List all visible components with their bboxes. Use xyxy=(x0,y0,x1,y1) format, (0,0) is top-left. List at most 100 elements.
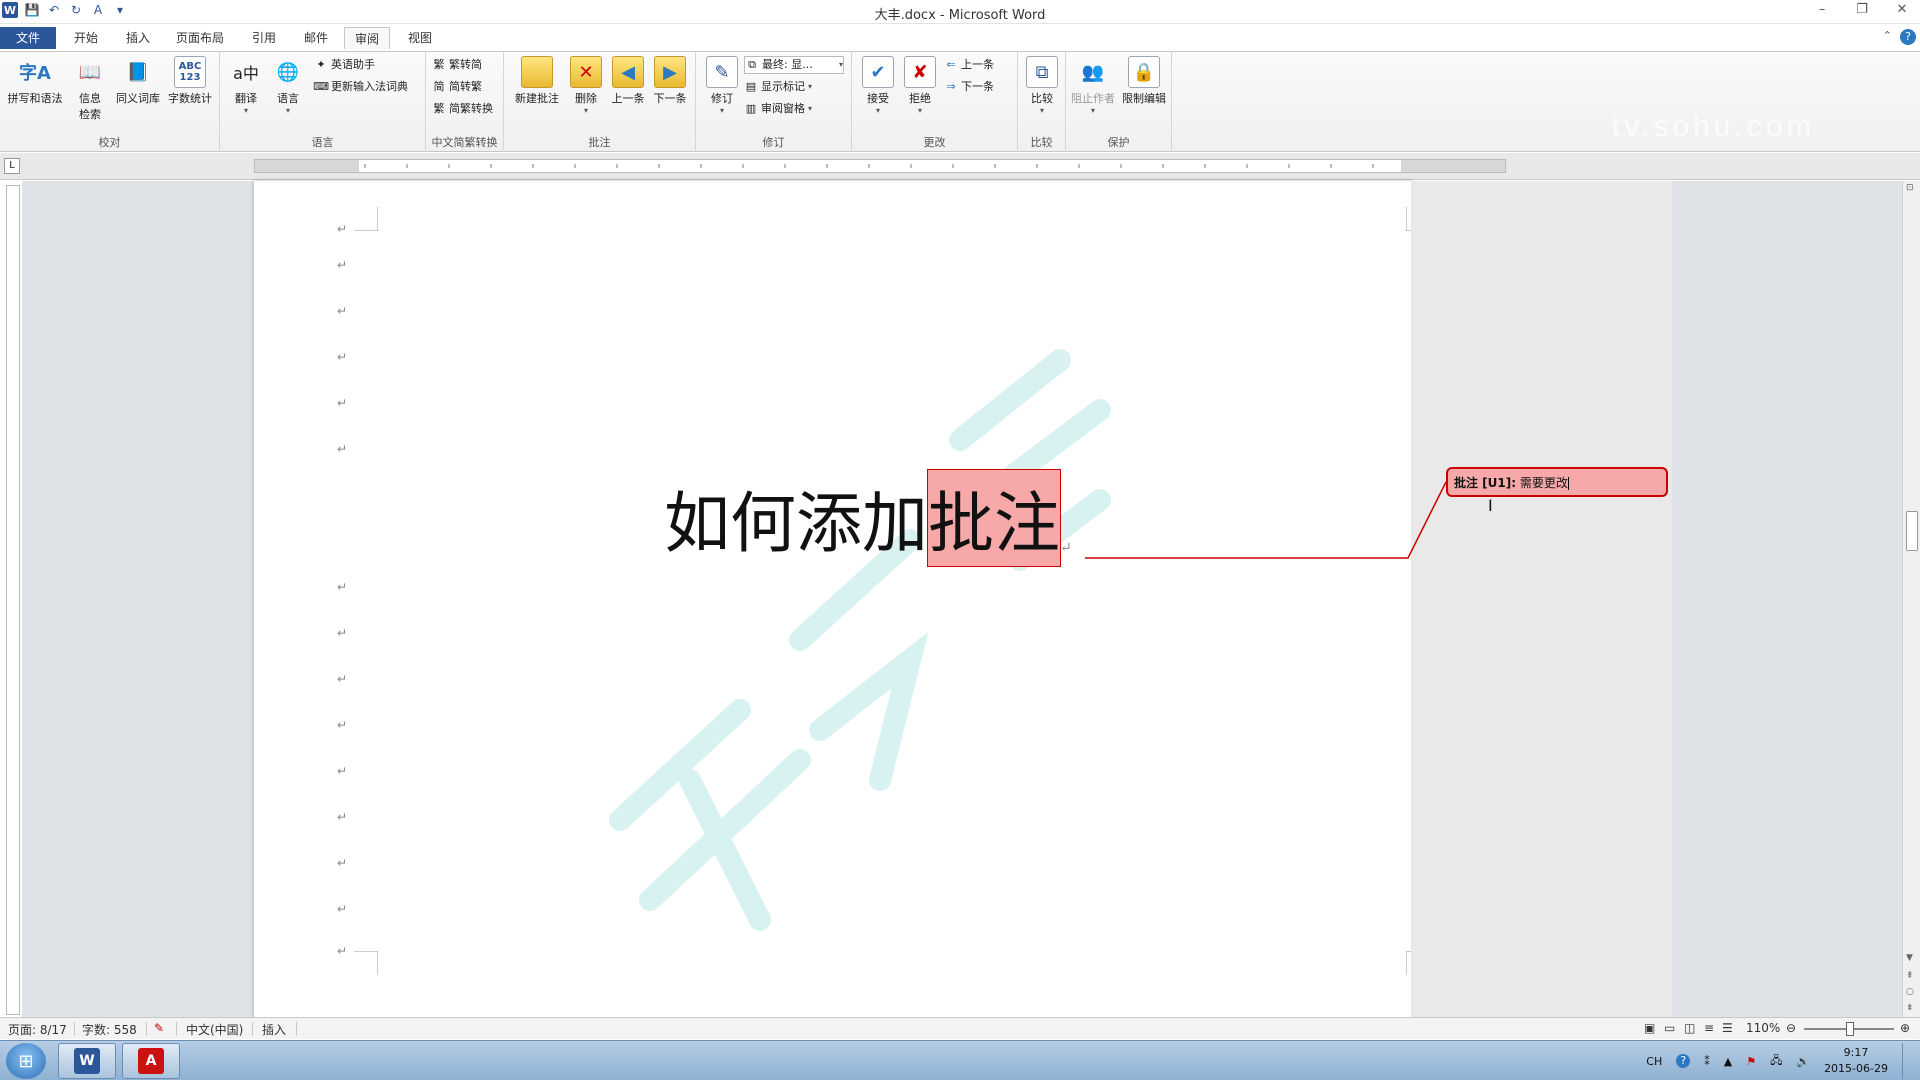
thesaurus-button[interactable]: 📘 同义词库 xyxy=(110,56,166,106)
word-app-icon: W xyxy=(74,1048,100,1074)
start-button[interactable]: ⊞ xyxy=(6,1043,46,1079)
show-markup-dropdown-icon: ▾ xyxy=(808,82,813,91)
paragraph-mark: ↵ xyxy=(337,764,348,778)
vertical-scrollbar[interactable]: ⊡ ▼ ⇞ ○ ⇟ xyxy=(1902,181,1920,1017)
tab-references[interactable]: 引用 xyxy=(242,27,286,49)
ruler-toggle-icon[interactable]: ⊡ xyxy=(1906,183,1914,193)
translate-button[interactable]: a中 翻译 ▾ xyxy=(224,56,268,115)
next-change-icon: ⇒ xyxy=(946,80,956,93)
next-change-button[interactable]: ⇒ 下一条 xyxy=(944,78,994,96)
insert-mode[interactable]: 插入 xyxy=(262,1021,286,1038)
convert-button[interactable]: 繁 简繁转换 xyxy=(432,100,494,118)
language-button[interactable]: 🌐 语言 ▾ xyxy=(266,56,310,116)
tab-home[interactable]: 开始 xyxy=(64,27,108,49)
restrict-editing-button[interactable]: 🔒 限制编辑 xyxy=(1118,56,1170,106)
help-tray-icon[interactable]: ? xyxy=(1676,1054,1691,1068)
spelling-grammar-button[interactable]: 字A 拼写和语法 xyxy=(4,56,66,106)
document-page[interactable] xyxy=(254,181,1430,1017)
block-authors-button[interactable]: 👥 阻止作者 ▾ xyxy=(1068,56,1118,116)
minimize-button[interactable]: – xyxy=(1812,2,1832,20)
previous-page-icon[interactable]: ⇞ xyxy=(1906,971,1914,981)
review-pane-button[interactable]: ▥ 审阅窗格 ▾ xyxy=(744,100,812,118)
commented-text[interactable]: 批注 xyxy=(927,469,1061,567)
next-page-icon[interactable]: ⇟ xyxy=(1906,1003,1914,1013)
tab-insert[interactable]: 插入 xyxy=(116,27,160,49)
ime-indicator[interactable]: CH xyxy=(1646,1055,1662,1068)
draft-view-icon[interactable]: ☰ xyxy=(1722,1021,1733,1035)
research-label-2: 检索 xyxy=(79,108,101,121)
paragraph-mark: ↵ xyxy=(337,258,348,272)
status-bar: 页面: 8/17 字数: 558 ✎ 中文(中国) 插入 ▣ ▭ ◫ ≡ ☰ 1… xyxy=(0,1017,1920,1039)
page-count[interactable]: 页面: 8/17 xyxy=(8,1021,67,1038)
language-status[interactable]: 中文(中国) xyxy=(186,1021,243,1038)
show-desktop-button[interactable] xyxy=(1902,1043,1912,1079)
next-comment-button[interactable]: ▶ 下一条 xyxy=(648,56,692,106)
update-ime-button[interactable]: ⌨ 更新输入法词典 xyxy=(313,78,408,96)
track-changes-button[interactable]: ✎ 修订 ▾ xyxy=(700,56,744,115)
compare-button[interactable]: ⧉ 比较 ▾ xyxy=(1020,56,1064,115)
proofing-status-icon[interactable]: ✎ xyxy=(154,1021,164,1035)
horizontal-ruler[interactable] xyxy=(254,159,1506,173)
vertical-ruler[interactable] xyxy=(6,185,20,1015)
taskbar-acrobat-button[interactable]: A xyxy=(122,1043,180,1079)
web-layout-icon[interactable]: ◫ xyxy=(1684,1021,1695,1035)
show-markup-button[interactable]: ▤ 显示标记 ▾ xyxy=(744,78,812,96)
previous-change-button[interactable]: ⇐ 上一条 xyxy=(944,56,994,74)
network-icon[interactable]: 🖧 xyxy=(1770,1052,1782,1071)
to-simplified-label: 繁转简 xyxy=(449,58,482,71)
document-heading[interactable]: 如何添加 批注 ↵ xyxy=(664,469,1072,567)
group-chinese-conversion: 繁 繁转简 简 简转繁 繁 简繁转换 中文简繁转换 xyxy=(426,52,504,152)
zoom-slider-thumb[interactable] xyxy=(1846,1022,1854,1036)
new-comment-button[interactable]: 新建批注 xyxy=(512,56,562,106)
display-review-label: 最终: 显... xyxy=(762,58,813,71)
tab-view[interactable]: 视图 xyxy=(398,27,442,49)
zoom-level[interactable]: 110% xyxy=(1746,1021,1780,1035)
full-screen-reading-icon[interactable]: ▭ xyxy=(1664,1021,1675,1035)
research-button[interactable]: 📖 信息 检索 xyxy=(68,56,112,122)
delete-comment-icon: ✕ xyxy=(570,56,602,88)
restore-button[interactable]: ❐ xyxy=(1852,2,1872,20)
delete-comment-button[interactable]: ✕ 删除 ▾ xyxy=(564,56,608,115)
english-assistant-button[interactable]: ✦ 英语助手 xyxy=(314,56,375,74)
reject-button[interactable]: ✘ 拒绝 ▾ xyxy=(898,56,942,115)
tab-file[interactable]: 文件 xyxy=(0,27,56,49)
tab-selector-icon[interactable]: L xyxy=(4,158,20,174)
outline-view-icon[interactable]: ≡ xyxy=(1704,1021,1714,1035)
to-traditional-button[interactable]: 简 简转繁 xyxy=(432,78,483,96)
help-icon[interactable]: ? xyxy=(1900,29,1916,45)
block-authors-label: 阻止作者 xyxy=(1071,92,1115,105)
accept-button[interactable]: ✔ 接受 ▾ xyxy=(856,56,900,115)
show-hidden-icons-icon[interactable]: ▲ xyxy=(1724,1055,1732,1068)
zoom-in-icon[interactable]: ⊕ xyxy=(1900,1021,1910,1035)
thesaurus-label: 同义词库 xyxy=(116,92,160,105)
tab-page-layout[interactable]: 页面布局 xyxy=(166,27,234,49)
zoom-out-icon[interactable]: ⊖ xyxy=(1786,1021,1796,1035)
print-layout-view-icon[interactable]: ▣ xyxy=(1644,1021,1655,1035)
volume-icon[interactable]: 🔊 xyxy=(1796,1055,1810,1068)
restrict-editing-label: 限制编辑 xyxy=(1122,92,1166,105)
scrollbar-thumb[interactable] xyxy=(1906,511,1918,551)
taskbar-word-button[interactable]: W xyxy=(58,1043,116,1079)
track-changes-icon: ✎ xyxy=(706,56,738,88)
action-center-icon[interactable]: ⚑ xyxy=(1746,1055,1756,1068)
page-corner-top-left xyxy=(354,207,378,231)
research-label-1: 信息 xyxy=(79,92,101,105)
scroll-down-icon[interactable]: ▼ xyxy=(1906,953,1913,963)
word-count[interactable]: 字数: 558 xyxy=(82,1021,137,1038)
system-tray: CH ? ⁑ ▲ ⚑ 🖧 🔊 9:17 2015-06-29 xyxy=(1646,1043,1912,1079)
display-for-review-select[interactable]: ⧉ 最终: 显... ▾ xyxy=(744,56,844,74)
system-clock[interactable]: 9:17 2015-06-29 xyxy=(1824,1045,1888,1077)
tab-review[interactable]: 审阅 xyxy=(344,27,391,49)
browse-object-icon[interactable]: ○ xyxy=(1906,987,1914,997)
collapse-ribbon-icon[interactable]: ⌃ xyxy=(1883,29,1892,45)
input-options-icon[interactable]: ⁑ xyxy=(1704,1055,1710,1068)
title-bar: W 💾 ↶ ↻ A ▾ 大丰.docx - Microsoft Word – ❐… xyxy=(0,0,1920,24)
comment-balloon[interactable]: 批注 [U1]: 需要更改 xyxy=(1446,467,1668,497)
tab-mailings[interactable]: 邮件 xyxy=(294,27,338,49)
comment-text[interactable]: 需要更改 xyxy=(1520,476,1568,490)
previous-comment-button[interactable]: ◀ 上一条 xyxy=(606,56,650,106)
previous-comment-label: 上一条 xyxy=(611,92,645,105)
close-button[interactable]: ✕ xyxy=(1892,2,1912,20)
to-simplified-button[interactable]: 繁 繁转简 xyxy=(432,56,483,74)
word-count-button[interactable]: ABC 123 字数统计 xyxy=(164,56,216,106)
